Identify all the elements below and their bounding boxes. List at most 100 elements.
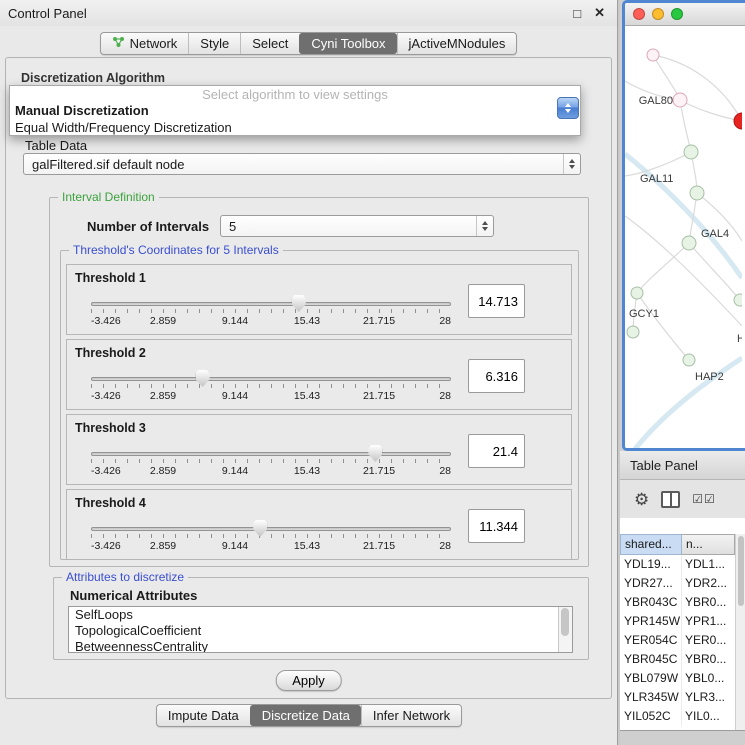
number-of-intervals-value: 5 — [229, 219, 236, 234]
table-cell[interactable]: YBR0... — [682, 650, 735, 669]
table-row[interactable]: YBL079WYBL0... — [620, 669, 735, 688]
table-cell[interactable]: YDL19... — [620, 555, 682, 574]
slider-scale: -3.4262.8599.14415.4321.71528 — [91, 540, 451, 553]
table-cell[interactable]: YBL079W — [620, 669, 682, 688]
tab-select[interactable]: Select — [240, 33, 299, 54]
combobox-stepper[interactable] — [563, 154, 580, 174]
stepper-down-icon — [569, 165, 575, 169]
bottom-tab-group: Impute Data Discretize Data Infer Networ… — [156, 704, 462, 727]
slider-track[interactable] — [91, 452, 451, 456]
table-cell[interactable]: YBR045C — [620, 650, 682, 669]
network-node[interactable] — [683, 354, 695, 366]
table-row[interactable]: YIL052CYIL0... — [620, 707, 735, 726]
network-node[interactable] — [690, 186, 704, 200]
dropdown-option-equal-width-frequency[interactable]: Equal Width/Frequency Discretization — [15, 120, 580, 135]
close-window-icon[interactable]: ✕ — [594, 5, 605, 21]
threshold-value-field[interactable] — [468, 359, 525, 393]
table-scrollbar[interactable] — [735, 534, 745, 730]
table-cell[interactable]: YER054C — [620, 631, 682, 650]
table-cell[interactable]: YBL0... — [682, 669, 735, 688]
network-node[interactable] — [627, 326, 639, 338]
attribute-list-item[interactable]: BetweennessCentrality — [69, 639, 572, 653]
network-node[interactable] — [647, 49, 659, 61]
network-node[interactable] — [673, 93, 687, 107]
interval-definition-title: Interval Definition — [58, 190, 159, 204]
stepper-down-icon — [482, 227, 488, 231]
table-data-combobox[interactable]: galFiltered.sif default node — [23, 153, 581, 175]
table-row[interactable]: YBR045CYBR0... — [620, 650, 735, 669]
threshold-slider[interactable]: -3.4262.8599.14415.4321.71528 — [91, 527, 451, 553]
threshold-label: Threshold 4 — [75, 496, 146, 510]
network-canvas[interactable]: GAL80GAL11GAL4GCY1HAP2H — [625, 26, 742, 449]
threshold-slider[interactable]: -3.4262.8599.14415.4321.71528 — [91, 377, 451, 403]
attribute-list-item[interactable]: TopologicalCoefficient — [69, 623, 572, 639]
tab-network[interactable]: Network — [101, 33, 189, 54]
threshold-slider[interactable]: -3.4262.8599.14415.4321.71528 — [91, 302, 451, 328]
table-cell[interactable]: YER0... — [682, 631, 735, 650]
table-cell[interactable]: YBR0... — [682, 593, 735, 612]
stepper-up-icon — [482, 221, 488, 225]
minimize-traffic-light-icon[interactable] — [652, 8, 664, 20]
slider-track[interactable] — [91, 377, 451, 381]
network-node[interactable] — [682, 236, 696, 250]
tab-discretize-data[interactable]: Discretize Data — [250, 705, 361, 726]
numerical-attributes-list[interactable]: SelfLoopsTopologicalCoefficientBetweenne… — [68, 606, 573, 653]
threshold-label: Threshold 2 — [75, 346, 146, 360]
attribute-list-item[interactable]: SelfLoops — [69, 607, 572, 623]
column-header-name[interactable]: n... — [682, 534, 735, 555]
float-window-icon[interactable]: □ — [573, 6, 581, 21]
table-row[interactable]: YBR043CYBR0... — [620, 593, 735, 612]
threshold-value-field[interactable] — [468, 434, 525, 468]
close-traffic-light-icon[interactable] — [633, 8, 645, 20]
slider-tick-label: 2.859 — [150, 315, 176, 327]
threshold-value-field[interactable] — [468, 509, 525, 543]
threshold-slider[interactable]: -3.4262.8599.14415.4321.71528 — [91, 452, 451, 478]
tab-infer-network[interactable]: Infer Network — [361, 705, 461, 726]
window-title: Control Panel — [8, 6, 87, 21]
slider-tick-label: 2.859 — [150, 390, 176, 402]
table-cell[interactable]: YDL1... — [682, 555, 735, 574]
table-cell[interactable]: YIL052C — [620, 707, 682, 726]
table-cell[interactable]: YLR3... — [682, 688, 735, 707]
column-header-shared-name[interactable]: shared... — [620, 534, 682, 555]
network-node-label: GAL4 — [701, 228, 729, 240]
network-node[interactable] — [734, 294, 742, 306]
algorithm-combobox-stepper[interactable] — [557, 97, 579, 119]
table-row[interactable]: YDR27...YDR2... — [620, 574, 735, 593]
slider-ticks — [91, 309, 451, 313]
network-node[interactable] — [734, 113, 742, 129]
list-scrollbar[interactable] — [558, 607, 572, 652]
table-cell[interactable]: YPR145W — [620, 612, 682, 631]
dropdown-option-manual-discretization[interactable]: Manual Discretization — [15, 103, 580, 118]
network-node[interactable] — [631, 287, 643, 299]
table-cell[interactable]: YPR1... — [682, 612, 735, 631]
tab-jactivemnodules[interactable]: jActiveMNodules — [397, 33, 517, 54]
tab-style[interactable]: Style — [188, 33, 240, 54]
table-row[interactable]: YER054CYER0... — [620, 631, 735, 650]
apply-button[interactable]: Apply — [275, 670, 342, 691]
table-scrollbar-thumb[interactable] — [738, 536, 744, 606]
table-row[interactable]: YDL19...YDL1... — [620, 555, 735, 574]
table-cell[interactable]: YDR2... — [682, 574, 735, 593]
gear-icon[interactable]: ⚙ — [634, 491, 649, 508]
table-row[interactable]: YPR145WYPR1... — [620, 612, 735, 631]
slider-track[interactable] — [91, 527, 451, 531]
table-cell[interactable]: YDR27... — [620, 574, 682, 593]
tab-impute-data[interactable]: Impute Data — [157, 705, 250, 726]
list-scrollbar-thumb[interactable] — [561, 608, 569, 636]
column-selector-icon[interactable] — [661, 491, 680, 508]
table-cell[interactable]: YIL0... — [682, 707, 735, 726]
network-node[interactable] — [684, 145, 698, 159]
tab-cyni-toolbox[interactable]: Cyni Toolbox — [299, 33, 396, 54]
tab-label: Infer Network — [373, 708, 450, 723]
table-cell[interactable]: YLR345W — [620, 688, 682, 707]
combobox-stepper[interactable] — [476, 216, 493, 236]
slider-track[interactable] — [91, 302, 451, 306]
number-of-intervals-combobox[interactable]: 5 — [220, 215, 494, 237]
threshold-value-field[interactable] — [468, 284, 525, 318]
table-row[interactable]: YLR345WYLR3... — [620, 688, 735, 707]
algorithm-dropdown-popup: Select algorithm to view settings Manual… — [9, 85, 581, 136]
zoom-traffic-light-icon[interactable] — [671, 8, 683, 20]
table-cell[interactable]: YBR043C — [620, 593, 682, 612]
select-checkboxes-icon[interactable]: ☑☑ — [692, 492, 716, 506]
